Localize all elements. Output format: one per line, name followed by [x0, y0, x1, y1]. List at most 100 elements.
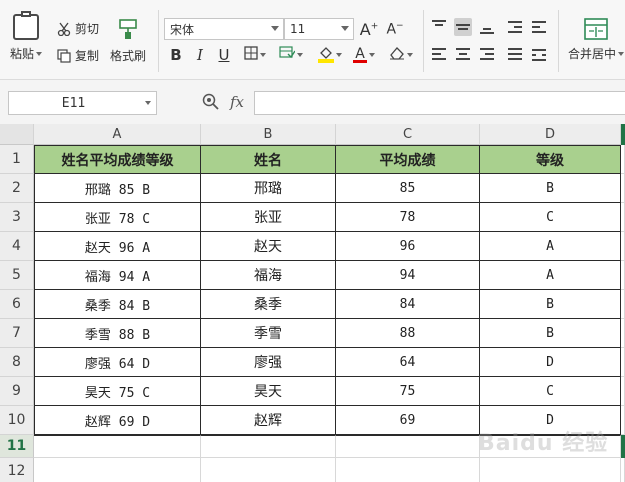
table-cell[interactable]: 69	[336, 406, 480, 435]
table-cell[interactable]: 84	[336, 290, 480, 319]
table-cell[interactable]	[34, 458, 201, 482]
column-header-b[interactable]: B	[201, 124, 336, 145]
copy-button[interactable]: 复制	[57, 47, 99, 64]
table-header-cell[interactable]: 等级	[480, 145, 621, 174]
row-header[interactable]: 12	[0, 458, 34, 482]
increase-font-size-button[interactable]: A+	[358, 18, 380, 40]
table-cell[interactable]: B	[480, 174, 621, 203]
align-center-button[interactable]	[454, 46, 472, 64]
table-cell[interactable]: 邢璐 85 B	[34, 174, 201, 203]
align-right-button[interactable]	[478, 46, 496, 64]
table-cell[interactable]: B	[480, 290, 621, 319]
table-cell[interactable]: D	[480, 348, 621, 377]
table-header-cell[interactable]: 姓名	[201, 145, 336, 174]
column-header-c[interactable]: C	[336, 124, 480, 145]
table-cell[interactable]: 福海 94 A	[34, 261, 201, 290]
font-color-button[interactable]: A	[350, 44, 378, 66]
table-cell[interactable]: 昊天 75 C	[34, 377, 201, 406]
clear-format-button[interactable]	[386, 44, 416, 66]
row-header[interactable]: 10	[0, 406, 34, 435]
distributed-button[interactable]	[530, 46, 548, 64]
insert-function-button[interactable]: fx	[230, 93, 244, 111]
table-cell[interactable]: 桑季 84 B	[34, 290, 201, 319]
row-header[interactable]: 2	[0, 174, 34, 203]
table-cell[interactable]: 张亚	[201, 203, 336, 232]
table-cell[interactable]: 桑季	[201, 290, 336, 319]
font-name-select[interactable]: 宋体	[164, 18, 284, 40]
align-bottom-button[interactable]	[478, 18, 496, 36]
row-header[interactable]: 7	[0, 319, 34, 348]
decrease-font-size-button[interactable]: A−	[384, 18, 406, 40]
row-header[interactable]: 9	[0, 377, 34, 406]
table-cell[interactable]: 85	[336, 174, 480, 203]
select-all-corner[interactable]	[0, 124, 34, 145]
increase-indent-button[interactable]	[530, 18, 548, 36]
column-header-d[interactable]: D	[480, 124, 621, 145]
merge-center-button[interactable]: 合并居中	[568, 18, 625, 62]
table-cell-e[interactable]	[621, 348, 625, 377]
table-cell-e[interactable]	[621, 174, 625, 203]
table-cell[interactable]: 邢璐	[201, 174, 336, 203]
fill-color-button[interactable]	[314, 44, 346, 66]
row-header[interactable]: 4	[0, 232, 34, 261]
table-cell-e[interactable]	[621, 458, 625, 482]
row-header[interactable]: 3	[0, 203, 34, 232]
table-cell[interactable]: A	[480, 261, 621, 290]
table-cell[interactable]: 赵辉	[201, 406, 336, 435]
table-cell[interactable]: 赵辉 69 D	[34, 406, 201, 435]
table-cell-e[interactable]	[621, 232, 625, 261]
name-box[interactable]: E11	[8, 91, 157, 115]
format-painter-button[interactable]: 格式刷	[110, 18, 146, 64]
table-cell[interactable]: 赵天 96 A	[34, 232, 201, 261]
table-header-cell[interactable]: 平均成绩	[336, 145, 480, 174]
table-cell[interactable]: 94	[336, 261, 480, 290]
table-cell[interactable]: 张亚 78 C	[34, 203, 201, 232]
table-cell[interactable]	[201, 435, 336, 458]
bold-button[interactable]: B	[166, 44, 186, 66]
table-cell[interactable]	[480, 458, 621, 482]
table-cell[interactable]	[34, 435, 201, 458]
table-header-cell[interactable]: 姓名平均成绩等级	[34, 145, 201, 174]
cell-style-button[interactable]	[276, 44, 306, 66]
table-cell[interactable]	[336, 435, 480, 458]
table-cell[interactable]: 季雪	[201, 319, 336, 348]
table-cell[interactable]: 赵天	[201, 232, 336, 261]
table-cell-e[interactable]	[621, 377, 625, 406]
table-cell[interactable]: 75	[336, 377, 480, 406]
table-cell[interactable]: 78	[336, 203, 480, 232]
table-cell-e[interactable]	[621, 319, 625, 348]
cut-button[interactable]: 剪切	[57, 20, 99, 37]
table-cell-e[interactable]	[621, 145, 625, 174]
table-cell-e[interactable]	[621, 406, 625, 435]
table-cell-e[interactable]	[621, 290, 625, 319]
row-header[interactable]: 8	[0, 348, 34, 377]
paste-button[interactable]: 粘贴	[10, 11, 43, 62]
table-cell[interactable]: 季雪 88 B	[34, 319, 201, 348]
table-cell[interactable]: C	[480, 203, 621, 232]
table-cell[interactable]: 廖强	[201, 348, 336, 377]
justify-button[interactable]	[506, 46, 524, 64]
table-cell[interactable]: A	[480, 232, 621, 261]
row-header[interactable]: 1	[0, 145, 34, 174]
table-cell-e[interactable]	[621, 261, 625, 290]
align-top-button[interactable]	[430, 18, 448, 36]
table-cell-e[interactable]	[621, 203, 625, 232]
table-cell[interactable]: 96	[336, 232, 480, 261]
borders-button[interactable]	[240, 44, 270, 66]
row-header[interactable]: 5	[0, 261, 34, 290]
table-cell[interactable]: 88	[336, 319, 480, 348]
row-header[interactable]: 11	[0, 435, 34, 458]
underline-button[interactable]: U	[214, 44, 234, 66]
zoom-function-button[interactable]	[202, 93, 220, 111]
table-cell[interactable]: 福海	[201, 261, 336, 290]
column-header-a[interactable]: A	[34, 124, 201, 145]
table-cell[interactable]: B	[480, 319, 621, 348]
table-cell[interactable]: 64	[336, 348, 480, 377]
italic-button[interactable]: I	[190, 44, 210, 66]
table-cell[interactable]: 昊天	[201, 377, 336, 406]
table-cell[interactable]	[336, 458, 480, 482]
align-middle-button[interactable]	[454, 18, 472, 36]
table-cell[interactable]	[201, 458, 336, 482]
row-header[interactable]: 6	[0, 290, 34, 319]
table-cell[interactable]: C	[480, 377, 621, 406]
